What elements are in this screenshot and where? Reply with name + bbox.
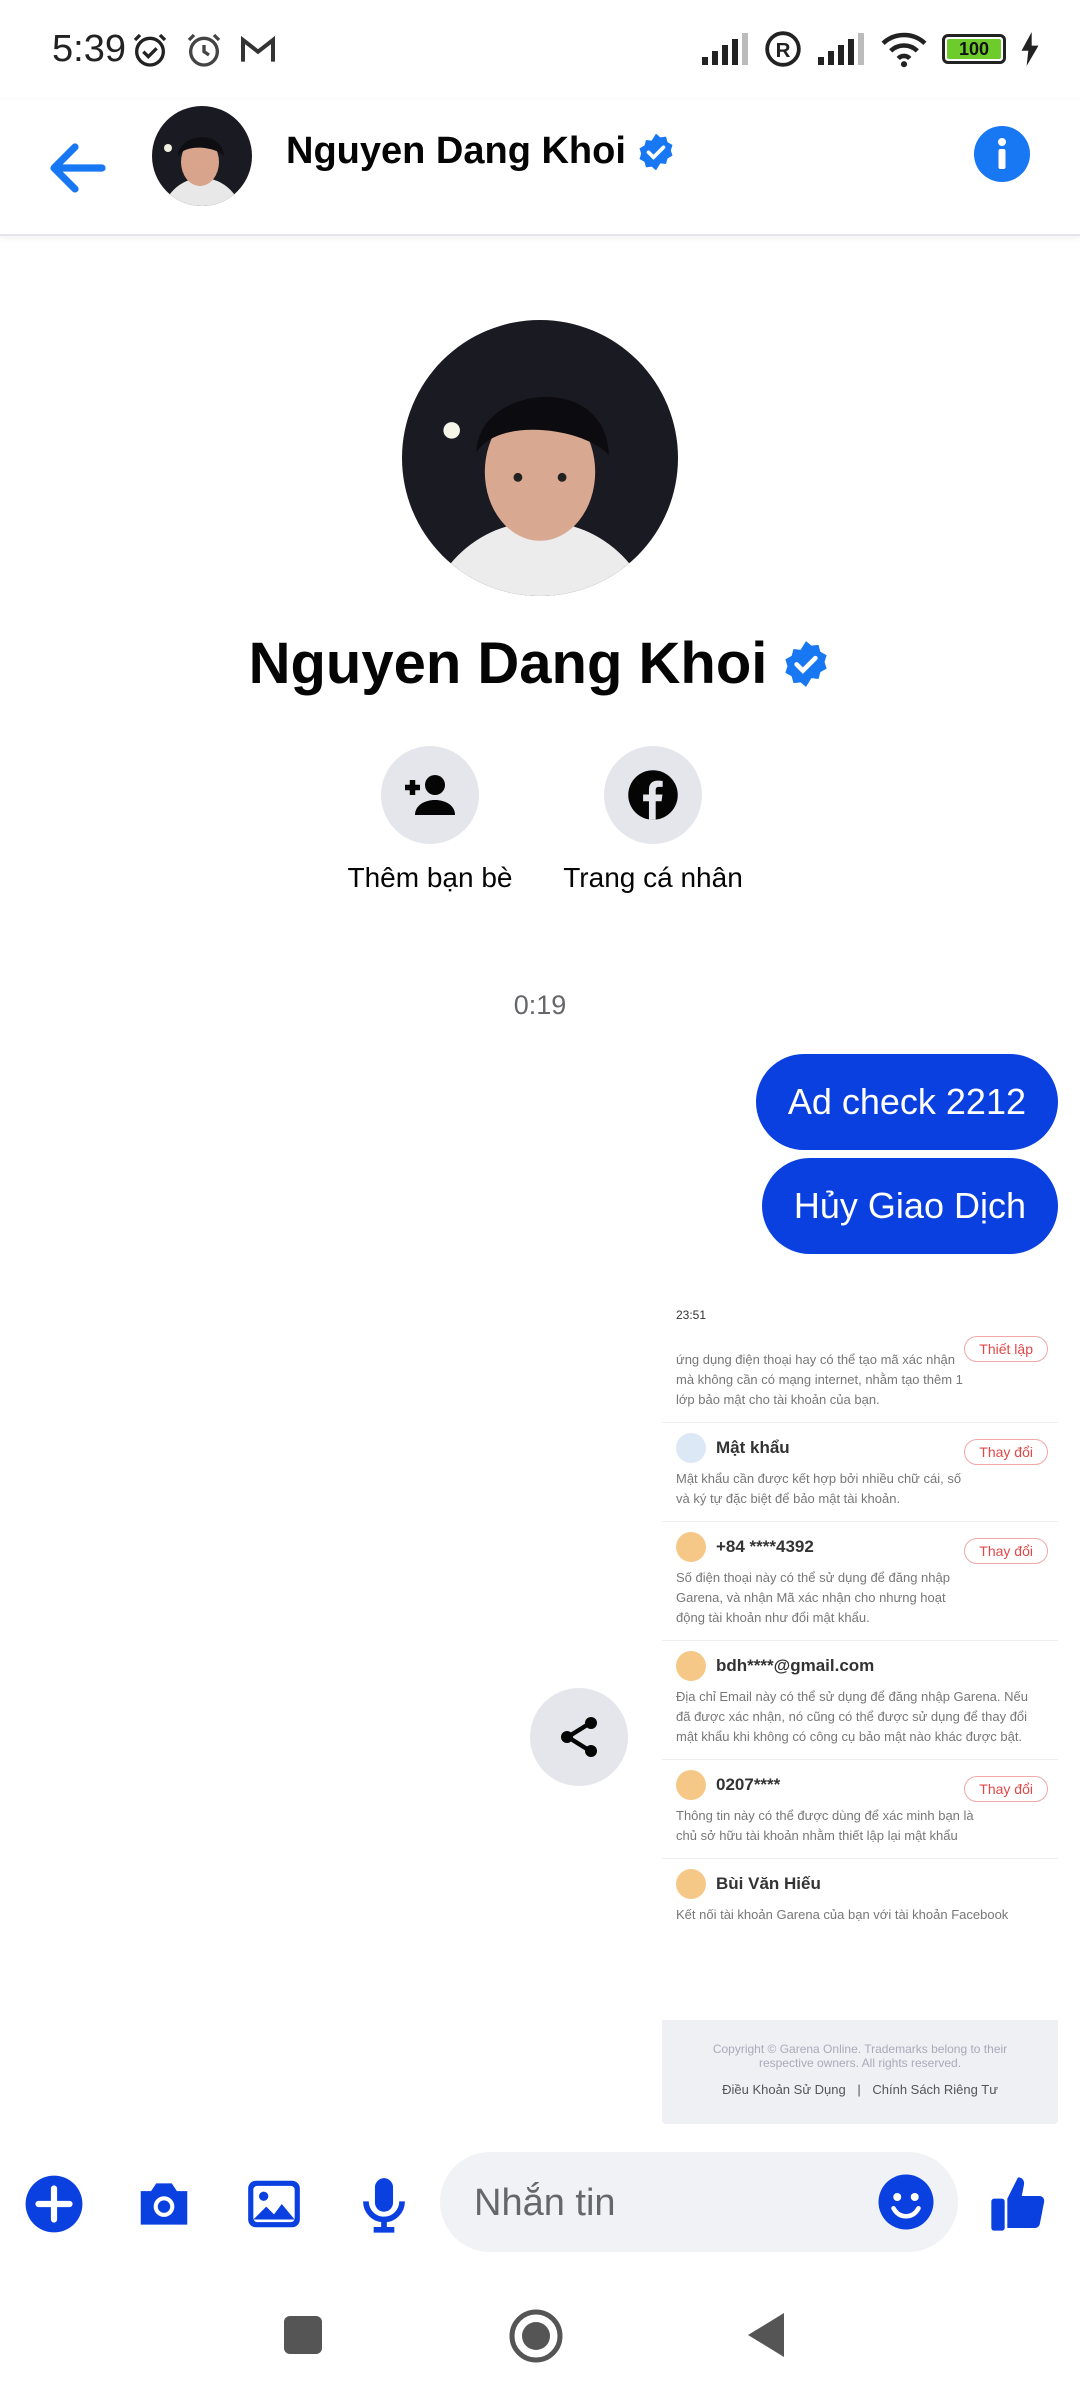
attachment-item-title: bdh****@gmail.com	[716, 1656, 875, 1675]
attachment-item-button: Thay đổi	[964, 1538, 1048, 1564]
info-icon	[998, 138, 1006, 169]
alarm-icon	[187, 33, 221, 67]
back-triangle-icon	[748, 2313, 784, 2357]
attachment-footer-separator: |	[857, 2082, 861, 2097]
profile-page-label: Trang cá nhân	[563, 862, 743, 893]
attachment-item-button: Thiết lập	[964, 1336, 1048, 1362]
voice-button[interactable]	[344, 2164, 424, 2244]
gmail-icon	[241, 35, 275, 62]
avatar-image	[152, 106, 252, 206]
attachment-item: 0207**** Thông tin này có thể được dùng …	[662, 1760, 1058, 1859]
attachment-item-desc: Thông tin này có thể được dùng để xác mi…	[676, 1808, 974, 1843]
attachment-item-title: Bùi Văn Hiếu	[716, 1874, 821, 1893]
message-bubble[interactable]: Ad check 2212	[755, 1054, 1058, 1150]
attachment-item-title: Mật khẩu	[716, 1438, 790, 1457]
gallery-button[interactable]	[234, 2164, 314, 2244]
attachment-item-title: 0207****	[716, 1775, 781, 1794]
more-actions-button[interactable]	[14, 2164, 94, 2244]
attachment-item-desc: Địa chỉ Email này có thể sử dụng để đăng…	[676, 1689, 1028, 1744]
header-contact-name[interactable]: Nguyen Dang Khoi	[286, 130, 626, 173]
thumbs-up-icon	[991, 2177, 1045, 2231]
profile-avatar[interactable]	[402, 320, 678, 596]
info-button[interactable]	[974, 126, 1030, 182]
attachment-footer: Copyright © Garena Online. Trademarks be…	[662, 2020, 1058, 2124]
emoji-button[interactable]	[876, 2172, 936, 2237]
signal-icon-2	[818, 33, 864, 65]
share-icon	[561, 1717, 597, 1757]
battery-level: 100	[947, 39, 1001, 59]
profile-page-button[interactable]	[604, 746, 702, 844]
back-arrow-icon	[50, 143, 106, 193]
attachment-item: ứng dụng điện thoại hay có thể tạo mã xá…	[662, 1334, 1058, 1423]
verified-badge-icon	[785, 640, 828, 687]
attachment-status-time: 23:51	[676, 1308, 707, 1322]
header-avatar[interactable]	[152, 106, 252, 206]
share-button[interactable]	[530, 1688, 628, 1786]
attachment-item-button: Thay đổi	[964, 1776, 1048, 1802]
signal-icon	[702, 33, 748, 65]
battery-icon: 100	[942, 34, 1006, 64]
alarm-check-icon	[133, 33, 167, 67]
recents-button[interactable]	[282, 2314, 324, 2361]
home-icon	[509, 2309, 563, 2363]
camera-button[interactable]	[124, 2164, 204, 2244]
charging-icon	[1021, 32, 1039, 66]
mail-icon	[676, 1651, 706, 1681]
image-attachment[interactable]: 23:51 ứng dụng điện thoại hay có thể tạo…	[662, 1300, 1058, 2124]
attachment-item: Bùi Văn Hiếu Kết nối tài khoản Garena củ…	[662, 1859, 1058, 1937]
attachment-item-desc: Mật khẩu cần được kết hợp bởi nhiều chữ …	[676, 1471, 962, 1506]
attachment-item: +84 ****4392 Số điện thoại này có thể sử…	[662, 1522, 1058, 1641]
microphone-icon	[363, 2178, 405, 2233]
camera-icon	[140, 2183, 188, 2225]
attachment-item-title: +84 ****4392	[716, 1537, 814, 1556]
status-bar: 5:39 R 100	[0, 0, 1080, 100]
attachment-item-button: Thay đổi	[964, 1439, 1048, 1465]
back-nav-button[interactable]	[744, 2310, 790, 2365]
wifi-icon	[881, 32, 927, 68]
svg-text:R: R	[776, 39, 791, 62]
attachment-item-desc: Kết nối tài khoản Garena của bạn với tài…	[676, 1907, 1009, 1922]
phone-icon	[676, 1532, 706, 1562]
attachment-item-desc: Số điện thoại này có thể sử dụng để đăng…	[676, 1570, 950, 1625]
profile-photo	[402, 320, 678, 596]
message-input-wrapper[interactable]	[440, 2152, 958, 2254]
image-icon	[248, 2180, 300, 2228]
add-friend-action[interactable]: Thêm bạn bè	[320, 746, 540, 894]
emoji-icon	[878, 2174, 934, 2230]
add-friend-icon	[405, 775, 455, 815]
attachment-privacy-link: Chính Sách Riêng Tư	[872, 2082, 998, 2097]
status-time: 5:39	[52, 28, 126, 70]
facebook-icon	[628, 770, 678, 820]
chat-header: Nguyen Dang Khoi	[0, 100, 1080, 236]
like-button[interactable]	[978, 2164, 1058, 2244]
registered-icon: R	[765, 31, 801, 67]
add-friend-label: Thêm bạn bè	[347, 862, 513, 893]
message-bubble[interactable]: Hủy Giao Dịch	[761, 1158, 1058, 1254]
attachment-item-desc: ứng dụng điện thoại hay có thể tạo mã xá…	[676, 1352, 963, 1407]
lock-icon	[676, 1433, 706, 1463]
user-id-icon	[676, 1770, 706, 1800]
verified-badge-icon	[639, 133, 673, 170]
profile-page-action[interactable]: Trang cá nhân	[543, 746, 763, 894]
back-button[interactable]	[42, 132, 114, 204]
home-button[interactable]	[508, 2308, 564, 2369]
attachment-item: bdh****@gmail.com Địa chỉ Email này có t…	[662, 1641, 1058, 1760]
message-timestamp: 0:19	[513, 990, 567, 1020]
plus-circle-icon	[25, 2175, 83, 2233]
attachment-item: Mật khẩu Mật khẩu cần được kết hợp bởi n…	[662, 1423, 1058, 1522]
facebook-link-icon	[676, 1869, 706, 1899]
system-nav-bar	[0, 2270, 1080, 2400]
attachment-terms-link: Điều Khoản Sử Dụng	[722, 2082, 846, 2097]
message-input[interactable]	[472, 2152, 856, 2254]
recents-icon	[284, 2316, 322, 2354]
profile-name: Nguyen Dang Khoi	[248, 631, 768, 696]
add-friend-button[interactable]	[381, 746, 479, 844]
attachment-copyright: Copyright © Garena Online. Trademarks be…	[712, 2042, 1008, 2070]
